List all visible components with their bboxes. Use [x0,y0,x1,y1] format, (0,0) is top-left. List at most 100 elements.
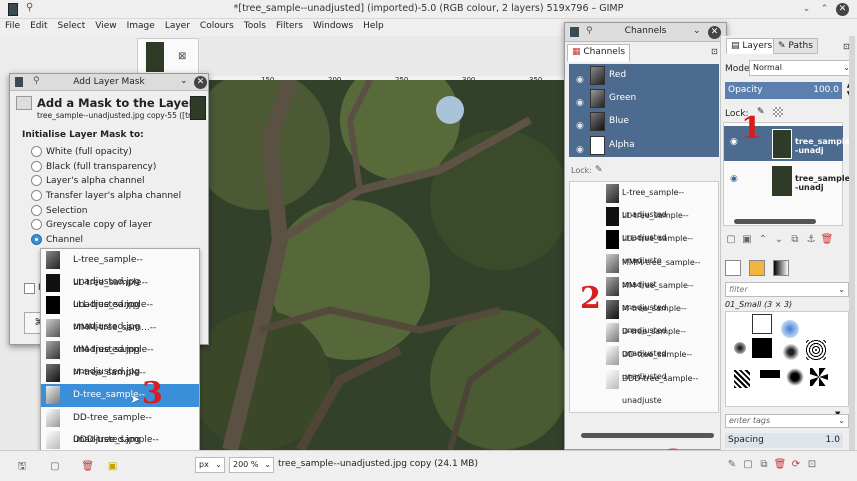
image-canvas[interactable] [200,80,564,450]
radio-channel[interactable]: Channel [16,233,206,248]
brush-preview[interactable] [752,314,772,334]
custom-channel-row[interactable]: DD-tree_sample--unadjusted [570,344,718,381]
edit-brush-icon[interactable]: ✎ [724,459,740,470]
duplicate-brush-icon[interactable]: ⧉ [756,459,772,470]
configure-tab-icon[interactable]: ⊡ [711,47,718,56]
close-tab-icon[interactable]: ⊠ [178,51,186,62]
delete-brush-icon[interactable]: 🗑 [772,459,788,470]
channel-row-green[interactable]: ◉ Green [569,87,719,110]
zoom-select[interactable]: 200 % ⌄ [229,457,274,473]
eye-icon[interactable]: ◉ [730,137,738,147]
channel-row-blue[interactable]: ◉ Blue [569,110,719,133]
radio-greyscale[interactable]: Greyscale copy of layer [16,218,206,233]
menu-tools[interactable]: Tools [239,19,271,33]
lock-alpha-icon[interactable] [773,107,783,117]
brush-preview[interactable] [734,342,746,354]
dropdown-item[interactable]: MM-tree_sample--unadjusted.jpg [41,339,199,377]
close-icon[interactable]: ✕ [836,3,849,16]
radio-black[interactable]: Black (full transparency) [16,160,206,175]
channel-dropdown[interactable]: L-tree_sample--unadjusted.jpg LL-tree_sa… [40,248,200,467]
chevron-down-icon[interactable]: ⌄ [693,26,701,36]
dropdown-item[interactable]: L-tree_sample--unadjusted.jpg [41,249,199,287]
reset-options-icon[interactable]: ▣ [105,461,121,472]
horizontal-scrollbar[interactable] [734,219,816,224]
menu-view[interactable]: View [90,19,121,33]
brush-preview[interactable] [760,370,780,378]
new-brush-icon[interactable]: ▢ [740,459,756,470]
dropdown-item-selected[interactable]: D-tree_sample--unadjusted.jpg [41,384,199,422]
brush-tab[interactable] [725,260,741,276]
brush-preview[interactable] [786,368,804,386]
new-layer-icon[interactable]: ▢ [723,234,739,245]
dropdown-item[interactable]: M-tree_sample--unadjusted.jpg [41,362,199,400]
minimize-icon[interactable]: ⌄ [800,3,813,16]
opacity-slider[interactable]: Opacity 100.0 [725,82,842,99]
eye-icon[interactable]: ◉ [730,174,738,184]
brush-preview[interactable] [810,368,828,386]
menu-image[interactable]: Image [122,19,160,33]
dropdown-item[interactable]: LL-tree_sample--unadjusted.jpg [41,272,199,310]
horizontal-scrollbar[interactable] [581,433,714,438]
radio-white[interactable]: White (full opacity) [16,145,206,160]
refresh-brushes-icon[interactable]: ⟳ [788,459,804,470]
radio-button[interactable] [31,146,42,157]
radio-selection[interactable]: Selection [16,204,206,219]
lock-pixels-icon[interactable]: ✎ [595,165,603,175]
mode-select[interactable]: Normal ⌄ [749,60,855,76]
radio-transfer-alpha[interactable]: Transfer layer's alpha channel [16,189,206,204]
invert-checkbox[interactable] [24,283,35,294]
menu-colours[interactable]: Colours [195,19,239,33]
brush-preview[interactable] [781,320,799,338]
dropdown-item[interactable]: DDD-tree_sample--unadjusted.jpg [41,429,199,467]
tab-layers[interactable]: ▤ Layers [726,38,778,54]
menu-edit[interactable]: Edit [25,19,52,33]
brush-tags-input[interactable]: enter tags ⌄ [725,414,849,428]
brush-preview[interactable] [781,342,801,362]
brush-filter-input[interactable]: filter ⌄ [725,282,849,297]
duplicate-layer-icon[interactable]: ⧉ [787,234,803,245]
channel-row-red[interactable]: ◉ Red [569,64,719,87]
anchor-icon[interactable]: ⚓ [803,234,819,245]
eye-icon[interactable]: ◉ [576,139,584,161]
image-tab-thumbnail[interactable]: ⊠ [137,38,199,76]
tab-paths[interactable]: ✎ Paths [773,38,818,54]
custom-channel-row[interactable]: DDD-tree_sample--unadjuste [570,368,718,405]
spacing-slider[interactable]: Spacing 1.0 [725,433,843,448]
radio-button[interactable] [31,175,42,187]
raise-layer-icon[interactable]: ⌃ [755,234,771,245]
restore-options-icon[interactable]: ▢ [47,461,63,472]
dropdown-item[interactable]: MMM-tree_sam...--unadjusted.jpg [41,317,199,355]
custom-channel-row[interactable]: L-tree_sample--unadjusted [570,182,718,219]
menu-select[interactable]: Select [53,19,91,33]
menu-help[interactable]: Help [358,19,389,33]
open-brush-icon[interactable]: ⊡ [804,459,820,470]
save-options-icon[interactable]: 🖫 [14,459,30,476]
chevron-down-icon[interactable]: ⌄ [180,76,188,86]
pattern-tab[interactable] [749,260,765,276]
menu-filters[interactable]: Filters [271,19,308,33]
close-icon[interactable]: ✕ [194,76,207,89]
radio-button[interactable] [31,190,42,202]
unit-select[interactable]: px ⌄ [195,457,225,473]
delete-layer-icon[interactable]: 🗑 [819,234,835,245]
dropdown-item[interactable]: LLL-tree_sample--unadjusted.jpg [41,294,199,332]
channel-row-alpha[interactable]: ◉ Alpha [569,134,719,157]
maximize-icon[interactable]: ⌃ [818,3,831,16]
dropdown-item[interactable]: DD-tree_sample--unadjusted.jpg [41,407,199,445]
layer-row[interactable]: ◉ tree_sample--unadj [724,163,853,198]
gradient-tab[interactable] [773,260,789,276]
brush-preview[interactable] [734,370,750,388]
lower-layer-icon[interactable]: ⌄ [771,234,787,245]
menu-windows[interactable]: Windows [308,19,358,33]
custom-channel-row[interactable]: MMM-tree_sample--unadjust [570,252,718,289]
delete-options-icon[interactable]: 🗑 [80,461,96,472]
radio-button[interactable] [31,204,42,216]
menu-layer[interactable]: Layer [160,19,195,33]
new-group-icon[interactable]: ▣ [739,234,755,245]
custom-channel-row[interactable]: LLL-tree_sample--unadjuste [570,228,718,265]
custom-channel-row[interactable]: D-tree_sample--unadjusted [570,321,718,358]
brush-grid[interactable] [725,311,849,407]
menu-file[interactable]: File [0,19,25,33]
tab-channels[interactable]: ▦ Channels [567,44,631,62]
brush-preview[interactable] [752,338,772,358]
